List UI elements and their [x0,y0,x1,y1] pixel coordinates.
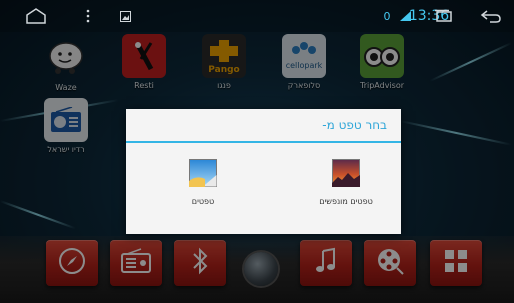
option-live-wallpapers[interactable]: טפטים מונפשים [286,159,406,206]
wallpaper-gallery-icon [189,159,217,187]
home-outline-icon[interactable] [22,0,50,32]
status-indicator: 0 [383,9,391,23]
image-notification-icon [118,0,132,32]
dialog-title: בחר טפט מ- [126,109,401,143]
recents-icon[interactable] [430,0,456,32]
back-arrow-icon[interactable] [478,0,504,32]
wallpaper-chooser-dialog: בחר טפט מ- טפטים מונפשים טפטים [126,109,401,234]
option-wallpapers[interactable]: טפטים [143,159,263,206]
android-home-screen: 0 13:36 Waze Resti Pango פנגו cellopark [0,0,514,303]
option-label: טפטים מונפשים [319,197,373,206]
live-wallpaper-icon [332,159,360,187]
status-bar: 0 13:36 [0,0,514,32]
option-label: טפטים [191,197,215,206]
kebab-menu-icon[interactable] [82,0,94,32]
